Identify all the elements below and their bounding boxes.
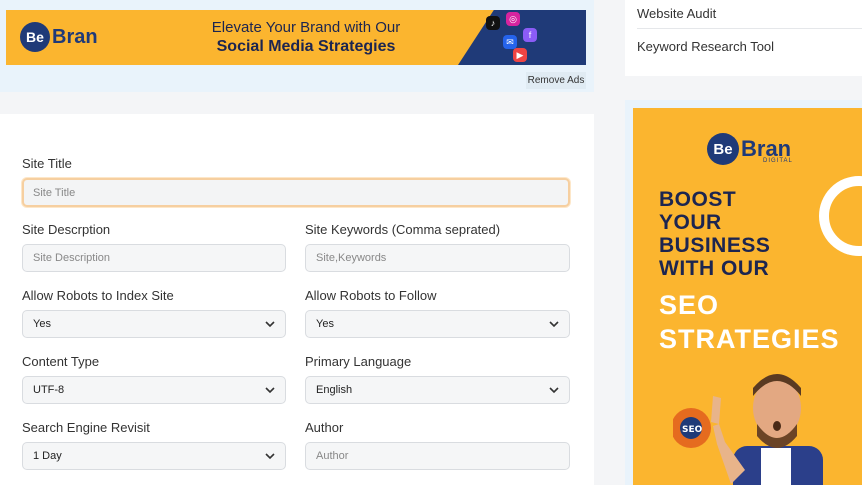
- link-website-audit[interactable]: Website Audit: [637, 6, 862, 21]
- seo-badge-text: SEO: [682, 425, 703, 435]
- related-tools-card: Website Audit Keyword Research Tool: [625, 0, 862, 76]
- side-ad-container: Be Bran DIGITAL BOOST YOUR BUSINESS WITH…: [625, 100, 862, 485]
- facebook-icon: f: [523, 28, 537, 42]
- ad-boost-text: BOOST YOUR BUSINESS WITH OUR: [659, 188, 770, 280]
- primary-language-select[interactable]: English: [305, 376, 570, 404]
- boost-line: BUSINESS: [659, 234, 771, 257]
- select-value: 1 Day: [33, 450, 62, 462]
- site-description-label: Site Descrption: [22, 222, 111, 237]
- logo-be: Be: [707, 133, 739, 165]
- instagram-icon: ◎: [506, 12, 520, 26]
- allow-robots-index-select[interactable]: Yes: [22, 310, 286, 338]
- top-ad-container: Be Bran Elevate Your Brand with Our Soci…: [0, 0, 594, 92]
- content-type-select[interactable]: UTF-8: [22, 376, 286, 404]
- meta-tag-form: Site Title Site Title Site Descrption Si…: [0, 114, 594, 485]
- search-engine-revisit-label: Search Engine Revisit: [22, 420, 150, 435]
- seo-line: SEO: [659, 290, 720, 320]
- boost-line: BOOST: [659, 188, 737, 211]
- primary-language-label: Primary Language: [305, 354, 412, 369]
- chat-icon: ✉: [503, 35, 517, 49]
- chevron-down-icon: [549, 387, 559, 394]
- top-ad-banner[interactable]: Be Bran Elevate Your Brand with Our Soci…: [6, 10, 586, 65]
- search-engine-revisit-select[interactable]: 1 Day: [22, 442, 286, 470]
- site-keywords-label: Site Keywords (Comma seprated): [305, 222, 501, 237]
- select-value: UTF-8: [33, 384, 65, 396]
- chevron-down-icon: [265, 453, 275, 460]
- site-title-label: Site Title: [22, 156, 72, 171]
- chevron-down-icon: [265, 387, 275, 394]
- content-type-label: Content Type: [22, 354, 100, 369]
- link-keyword-research-tool[interactable]: Keyword Research Tool: [637, 39, 862, 54]
- select-value: English: [316, 384, 353, 396]
- seo-line: STRATEGIES: [659, 324, 840, 354]
- allow-robots-follow-label: Allow Robots to Follow: [305, 288, 437, 303]
- logo-be: Be: [20, 22, 50, 52]
- bebran-logo: Be Bran: [20, 22, 98, 52]
- boost-line: WITH OUR: [659, 257, 770, 280]
- ad-headline-line2: Social Media Strategies: [216, 38, 396, 55]
- allow-robots-follow-select[interactable]: Yes: [305, 310, 570, 338]
- youtube-icon: ▶: [513, 48, 527, 62]
- author-input[interactable]: Author: [305, 442, 570, 470]
- logo-bran: Bran: [52, 25, 98, 48]
- site-description-input[interactable]: Site Description: [22, 244, 286, 272]
- site-keywords-input[interactable]: Site,Keywords: [305, 244, 570, 272]
- ad-headline: Elevate Your Brand with Our Social Media…: [186, 18, 426, 57]
- side-ad-banner[interactable]: Be Bran DIGITAL BOOST YOUR BUSINESS WITH…: [633, 108, 862, 485]
- chevron-down-icon: [549, 321, 559, 328]
- remove-ads-link[interactable]: Remove Ads: [526, 72, 586, 89]
- select-value: Yes: [316, 318, 334, 330]
- logo-subtitle: DIGITAL: [763, 158, 793, 164]
- ad-seo-text: SEO STRATEGIES: [659, 288, 840, 356]
- person-pointing-illustration: SEO: [673, 374, 823, 485]
- decorative-ring: [819, 176, 862, 256]
- divider: [637, 28, 862, 29]
- select-value: Yes: [33, 318, 51, 330]
- author-label: Author: [305, 420, 344, 435]
- boost-line: YOUR: [659, 211, 722, 234]
- tiktok-icon: ♪: [486, 16, 500, 30]
- allow-robots-index-label: Allow Robots to Index Site: [22, 288, 174, 303]
- ad-headline-line1: Elevate Your Brand with Our: [211, 19, 401, 36]
- site-title-input[interactable]: Site Title: [22, 178, 570, 207]
- chevron-down-icon: [265, 321, 275, 328]
